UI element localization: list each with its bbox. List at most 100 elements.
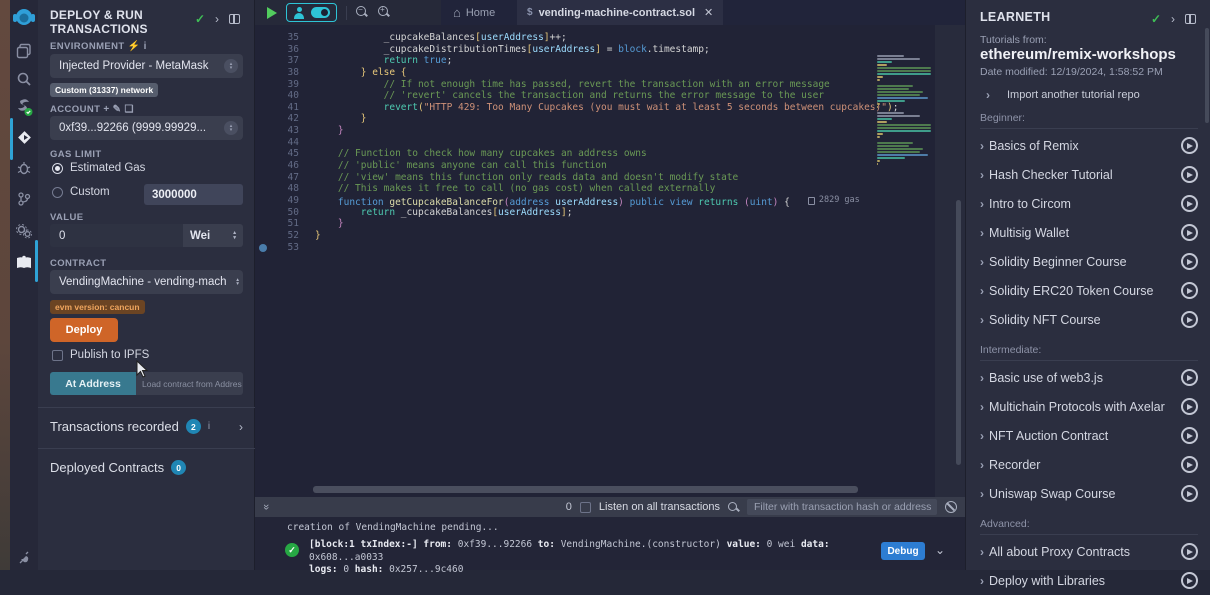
line-number[interactable]: 41 [288, 102, 299, 114]
tutorial-item[interactable]: ›Solidity ERC20 Token Course [980, 276, 1198, 305]
chevron-right-icon[interactable]: › [980, 458, 984, 472]
publish-ipfs-option[interactable]: Publish to IPFS [52, 349, 149, 361]
custom-gas-option[interactable]: Custom [52, 186, 110, 198]
panel-collapse-icon[interactable]: › [1171, 12, 1175, 26]
expand-chevron-icon[interactable]: › [239, 420, 243, 434]
tutorial-item[interactable]: ›Intro to Circom [980, 189, 1198, 218]
line-number[interactable]: 44 [288, 137, 299, 149]
estimated-gas-option[interactable]: Estimated Gas [52, 162, 145, 174]
horizontal-scrollbar[interactable] [313, 486, 858, 493]
deploy-run-icon[interactable] [10, 124, 38, 150]
git-icon[interactable] [10, 186, 38, 212]
chevron-right-icon[interactable]: › [980, 313, 984, 327]
file-tab[interactable]: $ vending-machine-contract.sol ✕ [517, 0, 723, 25]
at-address-button[interactable]: At Address [50, 372, 136, 395]
panel-scrollbar[interactable] [1205, 28, 1209, 123]
settings-icon[interactable] [10, 218, 38, 244]
play-tutorial-icon[interactable] [1181, 311, 1198, 328]
line-number[interactable]: 46 [288, 160, 299, 172]
run-script-icon[interactable] [267, 7, 277, 19]
chevron-right-icon[interactable]: › [980, 197, 984, 211]
copy-account-icon[interactable]: ❏ [124, 104, 133, 115]
play-tutorial-icon[interactable] [1181, 543, 1198, 560]
play-tutorial-icon[interactable] [1181, 195, 1198, 212]
expand-terminal-icon[interactable]: » [260, 504, 272, 510]
custom-gas-input[interactable]: 3000000 [144, 184, 243, 205]
line-number[interactable]: 36 [288, 44, 299, 56]
home-tab[interactable]: ⌂ Home [453, 0, 495, 25]
chevron-right-icon[interactable]: › [980, 400, 984, 414]
tutorial-item[interactable]: ›NFT Auction Contract [980, 421, 1198, 450]
play-tutorial-icon[interactable] [1181, 166, 1198, 183]
line-number[interactable]: 48 [288, 183, 299, 195]
environment-select[interactable]: Injected Provider - MetaMask ▴▾ [50, 54, 243, 78]
chevron-right-icon[interactable]: › [980, 284, 984, 298]
chevron-right-icon[interactable]: › [980, 226, 984, 240]
play-tutorial-icon[interactable] [1181, 369, 1198, 386]
panel-collapse-icon[interactable]: › [215, 12, 219, 26]
info-icon[interactable]: i [144, 41, 147, 52]
panel-layout-icon[interactable] [1185, 14, 1196, 24]
code-editor[interactable]: 35 _cupcakeBalances[userAddress]++;36 _c… [255, 25, 935, 497]
line-number[interactable]: 53 [288, 242, 299, 254]
import-repo-row[interactable]: › Import another tutorial repo [986, 88, 1140, 102]
publish-ipfs-checkbox[interactable] [52, 350, 63, 361]
at-address-input[interactable]: Load contract from Addres [136, 372, 243, 395]
chevron-right-icon[interactable]: › [980, 139, 984, 153]
tutorial-item[interactable]: ›Deploy with Libraries [980, 566, 1198, 595]
estimated-gas-radio[interactable] [52, 163, 63, 174]
add-account-icon[interactable]: + [103, 104, 109, 115]
line-number[interactable]: 38 [288, 67, 299, 79]
deploy-button[interactable]: Deploy [50, 318, 118, 342]
line-number[interactable]: 45 [288, 148, 299, 160]
info-icon[interactable]: i [208, 421, 210, 432]
tutorial-item[interactable]: ›Solidity Beginner Course [980, 247, 1198, 276]
clear-console-icon[interactable] [945, 501, 957, 513]
tutorial-item[interactable]: ›All about Proxy Contracts [980, 537, 1198, 566]
play-tutorial-icon[interactable] [1181, 398, 1198, 415]
breakpoint-dot[interactable] [259, 244, 267, 252]
line-number[interactable]: 52 [288, 230, 299, 242]
edit-account-icon[interactable]: ✎ [113, 104, 122, 115]
play-tutorial-icon[interactable] [1181, 137, 1198, 154]
line-number[interactable]: 39 [288, 79, 299, 91]
remix-logo-icon[interactable] [10, 5, 38, 31]
play-tutorial-icon[interactable] [1181, 282, 1198, 299]
solidity-compiler-icon[interactable] [10, 94, 38, 120]
chevron-right-icon[interactable]: › [980, 429, 984, 443]
line-number[interactable]: 35 [288, 32, 299, 44]
file-explorer-icon[interactable] [10, 38, 38, 64]
chevron-right-icon[interactable]: › [980, 371, 984, 385]
chevron-right-icon[interactable]: › [980, 545, 984, 559]
zoom-in-icon[interactable]: + [378, 6, 391, 19]
collapse-log-icon[interactable]: ⌄ [935, 543, 945, 557]
plugin-connector-icon[interactable] [10, 545, 38, 571]
tutorial-item[interactable]: ›Basic use of web3.js [980, 363, 1198, 392]
tutorial-item[interactable]: ›Multisig Wallet [980, 218, 1198, 247]
ai-assistant-box[interactable] [286, 3, 337, 22]
panel-layout-icon[interactable] [229, 14, 240, 24]
ai-toggle[interactable] [311, 7, 330, 18]
line-number[interactable]: 49 [288, 195, 299, 207]
editor-minimap[interactable] [877, 55, 933, 169]
line-number[interactable]: 47 [288, 172, 299, 184]
vertical-scrollbar[interactable] [956, 200, 961, 465]
tutorial-item[interactable]: ›Multichain Protocols with Axelar [980, 392, 1198, 421]
chevron-right-icon[interactable]: › [980, 168, 984, 182]
play-tutorial-icon[interactable] [1181, 427, 1198, 444]
play-tutorial-icon[interactable] [1181, 456, 1198, 473]
tutorial-item[interactable]: ›Uniswap Swap Course [980, 479, 1198, 508]
listen-all-checkbox[interactable] [580, 502, 591, 513]
deployed-contracts-row[interactable]: Deployed Contracts 0 [50, 460, 186, 475]
chevron-right-icon[interactable]: › [980, 487, 984, 501]
learneth-icon[interactable] [10, 250, 38, 276]
play-tutorial-icon[interactable] [1181, 485, 1198, 502]
line-number[interactable]: 42 [288, 113, 299, 125]
plug-icon[interactable]: ⚡ [128, 41, 141, 52]
play-tutorial-icon[interactable] [1181, 253, 1198, 270]
filter-input[interactable]: Filter with transaction hash or address [747, 499, 937, 515]
search-icon[interactable] [10, 66, 38, 92]
tutorial-item[interactable]: ›Solidity NFT Course [980, 305, 1198, 334]
transaction-log-entry[interactable]: ✓ [block:1 txIndex:-] from: 0xf39...9226… [285, 539, 961, 577]
value-input[interactable]: 0 [50, 224, 183, 247]
